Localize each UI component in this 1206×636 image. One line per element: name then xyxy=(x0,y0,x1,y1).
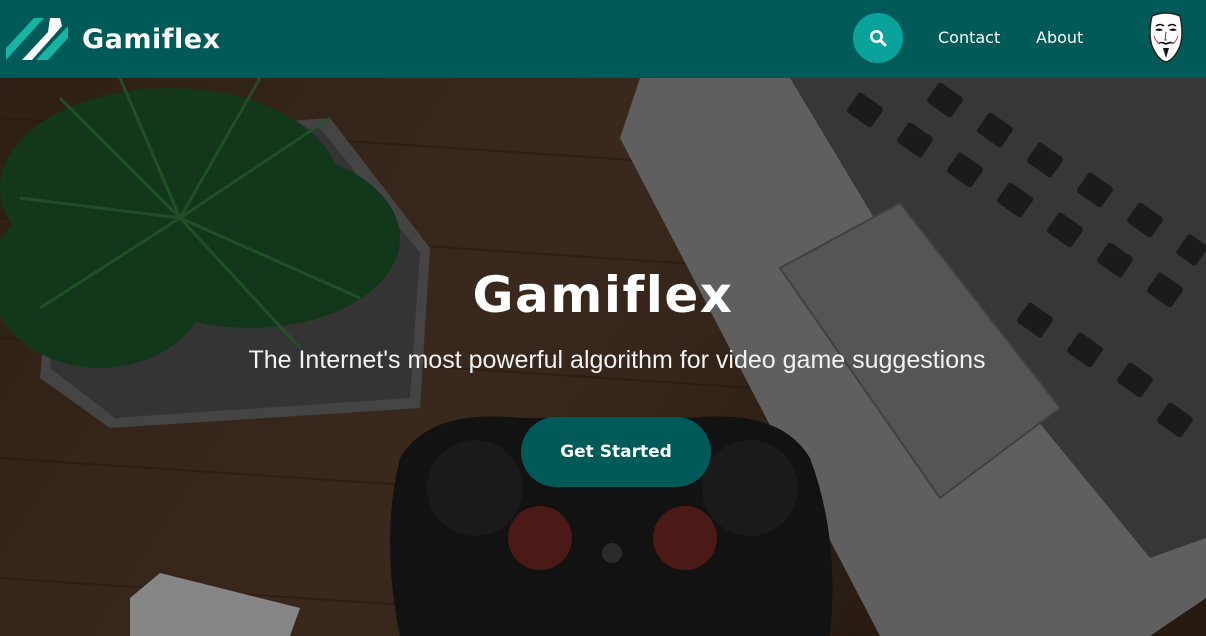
hero: Gamiflex The Internet's most powerful al… xyxy=(0,78,1206,636)
nav-link-about[interactable]: About xyxy=(1036,28,1083,47)
hero-subtitle: The Internet's most powerful algorithm f… xyxy=(248,346,986,374)
search-button[interactable] xyxy=(853,13,903,63)
navbar: Gamiflex Contact About xyxy=(0,0,1206,78)
anonymous-mask-icon[interactable] xyxy=(1146,12,1186,64)
get-started-button[interactable]: Get Started xyxy=(521,417,711,487)
hero-title: Gamiflex xyxy=(472,266,734,324)
search-icon xyxy=(870,30,887,47)
brand-name: Gamiflex xyxy=(82,23,221,55)
gamiflex-logo-icon xyxy=(6,18,68,60)
nav-link-contact[interactable]: Contact xyxy=(938,28,1000,47)
brand[interactable]: Gamiflex xyxy=(6,17,221,61)
